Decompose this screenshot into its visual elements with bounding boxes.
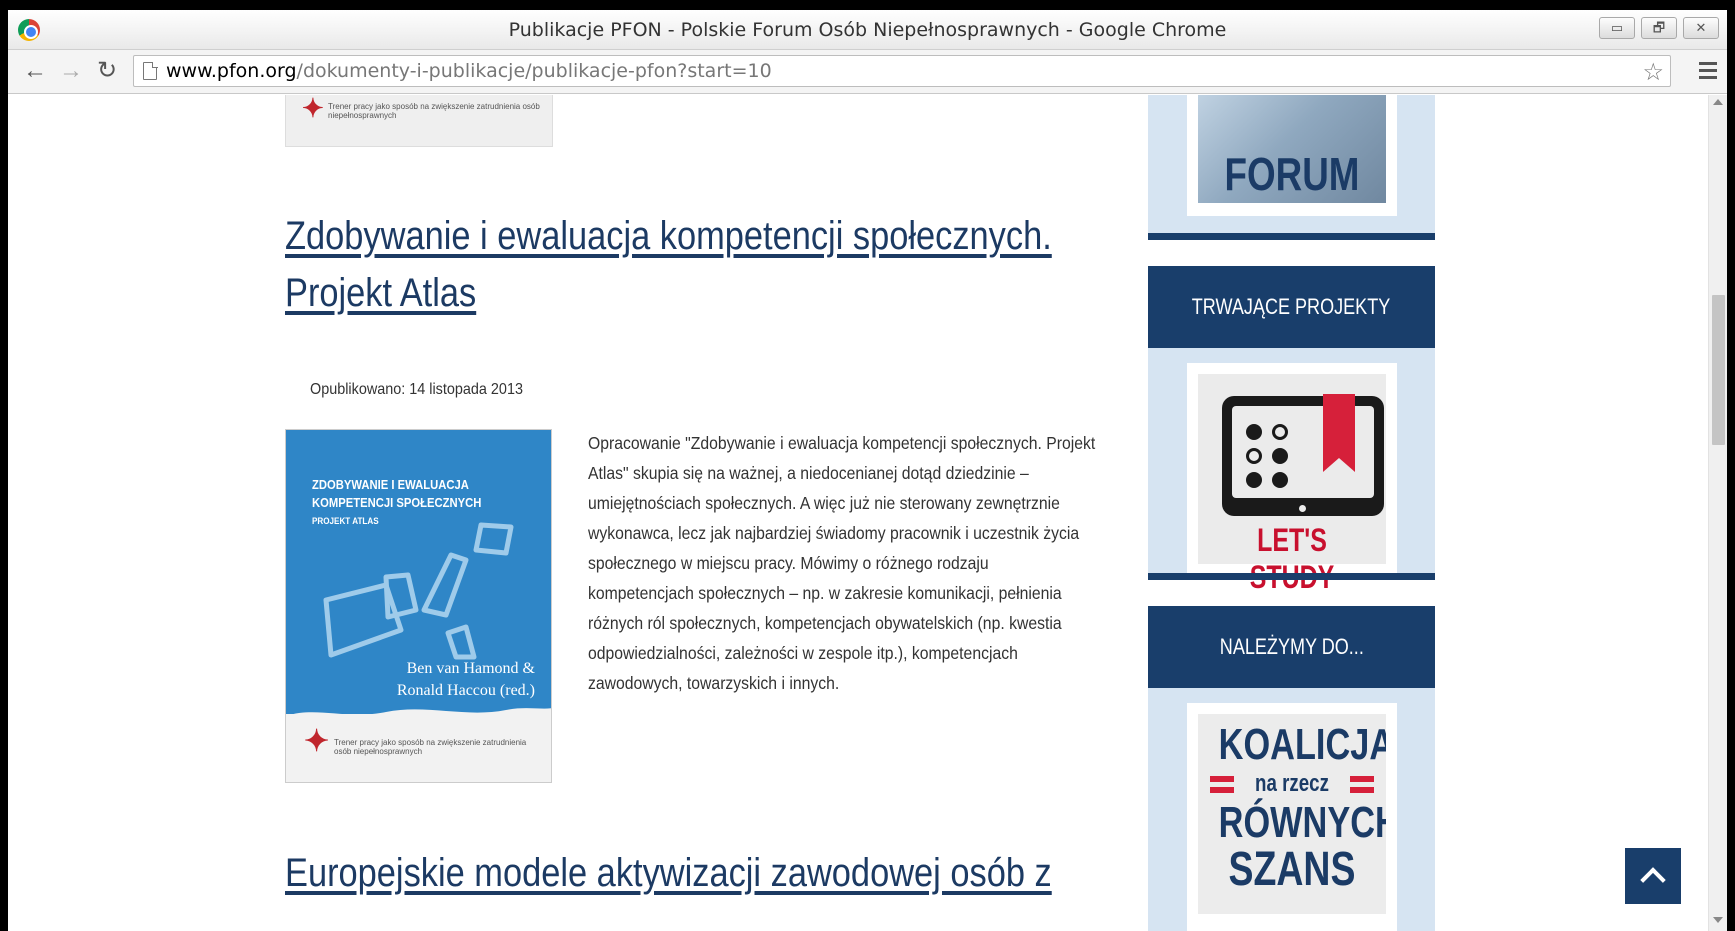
browser-toolbar: ← → ↻ www.pfon.org/dokumenty-i-publikacj… [8,50,1727,94]
article-title-link[interactable]: Zdobywanie i ewaluacja kompetencji społe… [285,208,1052,322]
vertical-scrollbar[interactable] [1708,95,1727,931]
published-date: Opublikowano: 14 listopada 2013 [310,381,523,398]
window-title: Publikacje PFON - Polskie Forum Osób Nie… [508,19,1227,41]
trener-pracy-logo-icon: ✦ [304,725,330,758]
scroll-down-arrow-icon[interactable] [1713,917,1723,923]
back-to-top-button[interactable] [1625,848,1681,904]
bookmark-star-icon[interactable]: ☆ [1642,58,1664,87]
sidebar-divider [1148,233,1435,240]
scrollbar-thumb[interactable] [1712,295,1725,445]
scroll-up-arrow-icon[interactable] [1713,99,1723,105]
koalicja-image: KOALICJA na rzecz RÓWNYCH SZANS [1198,714,1386,914]
forum-image: FORUM [1198,95,1386,203]
article-title-line2: Projekt Atlas [285,271,477,315]
koalicja-line-3: RÓWNYCH [1218,798,1386,847]
window-controls: ▭ 🗗 ✕ [1599,17,1719,39]
article-body: Opracowanie "Zdobywanie i ewaluacja komp… [588,428,1095,698]
logo-tagline: Trener pracy jako sposób na zwiększenie … [328,102,540,120]
member-heading: NALEŻYMY DO... [1148,606,1435,688]
koalicja-line-4: SZANS [1228,843,1356,896]
page-icon [143,61,158,80]
cover-logo-tagline: Trener pracy jako sposób na zwiększenie … [334,738,527,756]
browser-window: Publikacje PFON - Polskie Forum Osób Nie… [8,10,1727,931]
forum-banner[interactable]: FORUM [1187,95,1397,216]
trener-pracy-logo-icon: ✦ [302,95,324,123]
cover-authors: Ben van Hamond & Ronald Haccou (red.) [397,658,535,702]
article-title-line1: Zdobywanie i ewaluacja kompetencji społe… [285,214,1052,258]
title-bar: Publikacje PFON - Polskie Forum Osób Nie… [8,10,1727,50]
red-bookmark-icon [1323,394,1355,472]
publication-thumbnail-previous[interactable]: ✦ Trener pracy jako sposób na zwiększeni… [285,95,553,147]
address-bar[interactable]: www.pfon.org/dokumenty-i-publikacje/publ… [133,55,1671,87]
reload-icon[interactable]: ↻ [94,58,120,84]
hamburger-menu-icon[interactable] [1699,58,1717,82]
forward-arrow-icon[interactable]: → [58,58,84,84]
cover-footer: ✦ Trener pracy jako sposób na zwiększeni… [286,714,551,782]
article-body-text: Opracowanie "Zdobywanie i ewaluacja komp… [588,433,1096,693]
cover-author-2: Ronald Haccou (red.) [396,682,535,699]
lets-study-banner[interactable]: LET'S STUDY [1187,363,1397,595]
projects-heading-text: TRWAJĄCE PROJEKTY [1192,294,1391,319]
forum-label: FORUM [1224,148,1360,200]
projects-heading: TRWAJĄCE PROJEKTY [1148,266,1435,348]
tablet-icon [1222,396,1384,516]
lets-study-label: LET'S STUDY [1250,522,1335,595]
close-button[interactable]: ✕ [1683,17,1719,39]
lets-study-image: LET'S STUDY [1198,374,1386,595]
minimize-button[interactable]: ▭ [1599,17,1635,39]
url-host: www.pfon.org [166,60,297,82]
koalicja-line-2: na rzecz [1255,770,1329,797]
sidebar-divider [1148,573,1435,580]
restore-button[interactable]: 🗗 [1641,17,1677,39]
cover-author-1: Ben van Hamond & [406,660,535,677]
url-path: /dokumenty-i-publikacje/publikacje-pfon?… [296,60,772,82]
url-text[interactable]: www.pfon.org/dokumenty-i-publikacje/publ… [166,60,772,82]
page-viewport: ✦ Trener pracy jako sposób na zwiększeni… [8,95,1708,931]
member-heading-text: NALEŻYMY DO... [1219,634,1364,659]
back-arrow-icon[interactable]: ← [22,58,48,84]
publication-cover[interactable]: ZDOBYWANIE I EWALUACJA KOMPETENCJI SPOŁE… [285,429,552,783]
koalicja-line-1: KOALICJA [1218,720,1386,769]
koalicja-banner[interactable]: KOALICJA na rzecz RÓWNYCH SZANS [1187,703,1397,931]
next-article-title-link[interactable]: Europejskie modele aktywizacji zawodowej… [285,845,1052,902]
cover-title-line2: KOMPETENCJI SPOŁECZNYCH [312,496,482,510]
cover-title-line1: ZDOBYWANIE I EWALUACJA [312,478,469,492]
